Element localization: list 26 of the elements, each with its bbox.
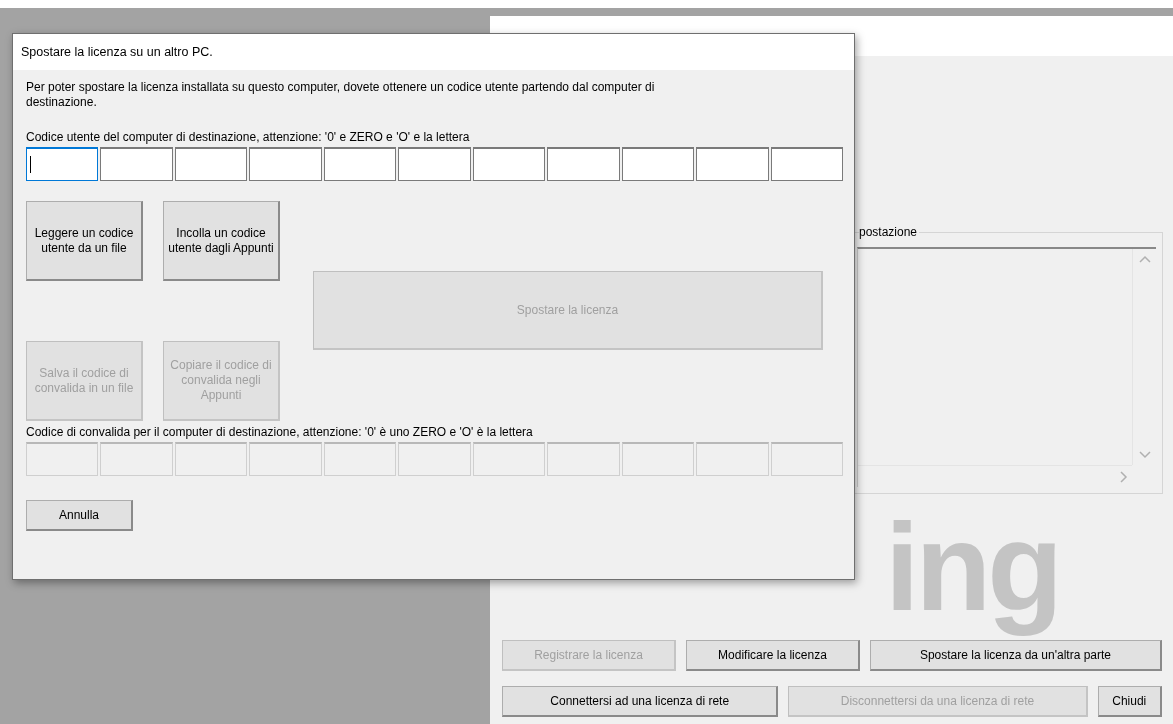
window-button[interactable]: Spostare la licenza da un'altra parte bbox=[869, 640, 1162, 671]
code-field[interactable] bbox=[621, 147, 695, 181]
dialog-button[interactable]: Incolla un codice utente dagli Appunti bbox=[163, 201, 280, 281]
code-field[interactable] bbox=[323, 147, 397, 181]
code-field[interactable] bbox=[100, 147, 173, 181]
dialog-title: Spostare la licenza su un altro PC. bbox=[13, 34, 854, 70]
scroll-right-icon[interactable] bbox=[1120, 470, 1128, 483]
field-label: Codice utente del computer di destinazione, attenzione: '0' e ZERO e 'O' e la lettera bbox=[26, 130, 471, 144]
code-field[interactable] bbox=[249, 147, 322, 181]
code-field[interactable] bbox=[398, 147, 471, 181]
window-button[interactable]: Connettersi ad una licenza di rete bbox=[502, 686, 779, 717]
window-button[interactable]: Chiudi bbox=[1097, 686, 1162, 717]
code-field[interactable] bbox=[547, 147, 620, 181]
window-button[interactable]: Modificare la licenza bbox=[685, 640, 860, 671]
code-field[interactable] bbox=[696, 147, 769, 181]
cancel-button[interactable]: Annulla bbox=[26, 500, 133, 531]
code-field[interactable] bbox=[770, 147, 843, 181]
scroll-up-icon[interactable] bbox=[1138, 255, 1151, 263]
field-label: Codice di convalida per il computer di destinazione, attenzione: '0' è uno ZERO e 'O' è la lettera bbox=[26, 425, 534, 439]
code-field[interactable] bbox=[26, 147, 99, 181]
group-label: postazione bbox=[859, 225, 920, 239]
code-field[interactable] bbox=[472, 147, 546, 181]
dialog-button[interactable]: Leggere un codice utente da un file bbox=[26, 201, 143, 281]
description-text: Per poter spostare la licenza installata su questo computer, dovete ottenere un codice utente partendo dal computer di destinazione. bbox=[26, 80, 656, 110]
scroll-down-icon[interactable] bbox=[1138, 451, 1151, 459]
code-field[interactable] bbox=[174, 147, 248, 181]
